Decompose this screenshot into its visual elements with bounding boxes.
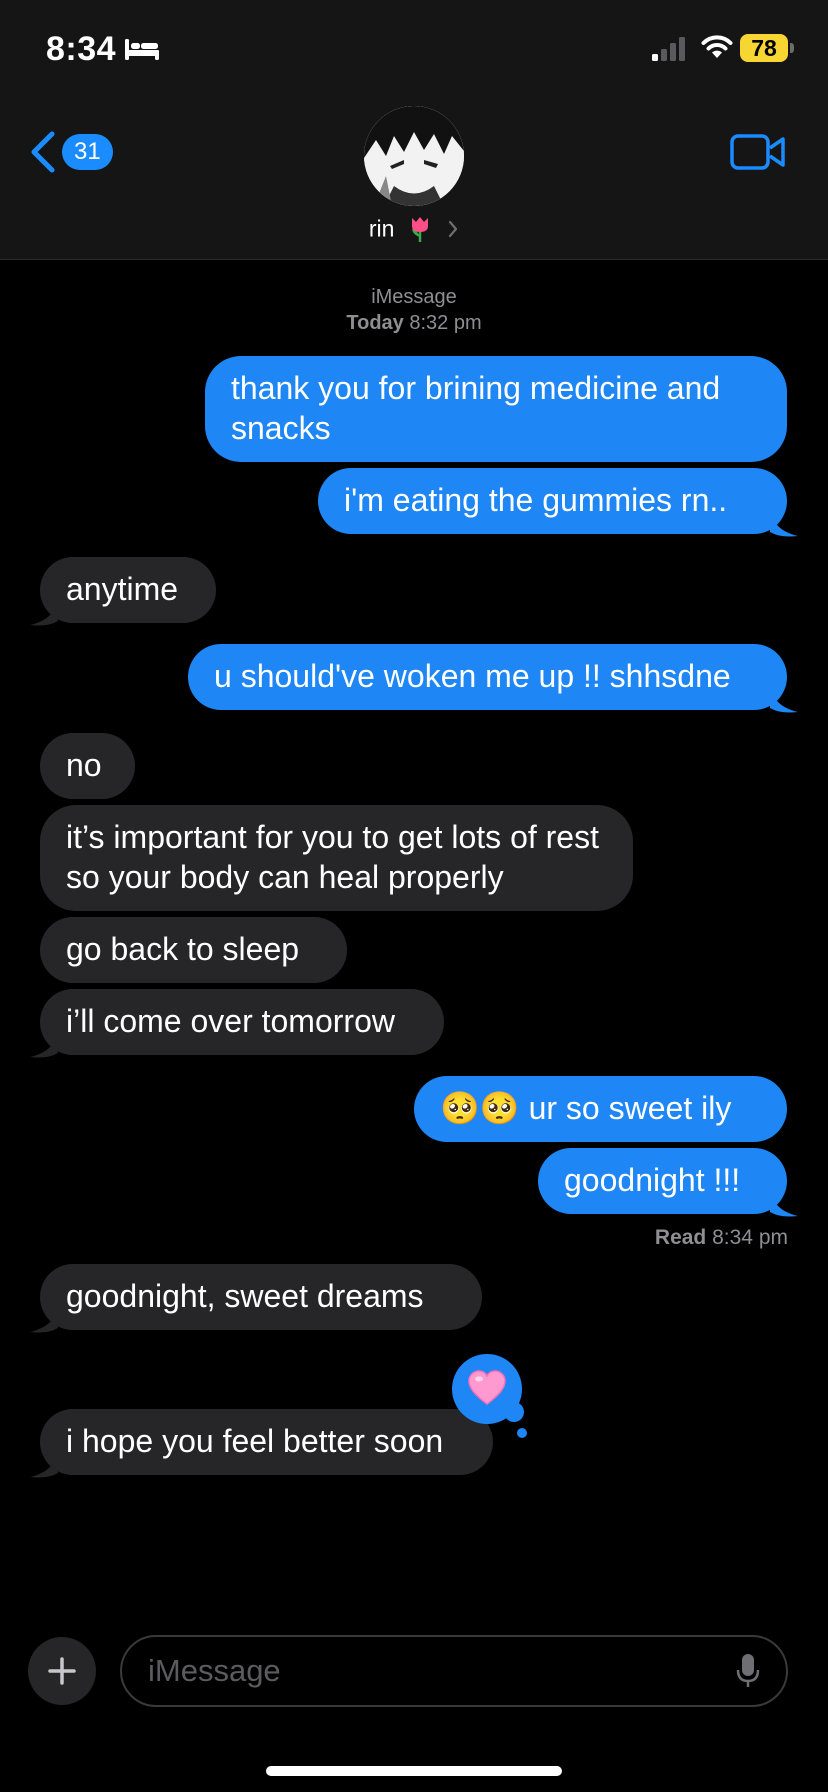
microphone-icon[interactable] xyxy=(736,1653,760,1689)
message-bubble-sent[interactable]: i'm eating the gummies rn.. xyxy=(318,468,787,534)
read-label: Read xyxy=(654,1226,707,1249)
message-bubble-sent[interactable]: goodnight !!! xyxy=(538,1148,787,1214)
conversation-timestamp: iMessage Today 8:32 pm xyxy=(0,284,828,336)
message-bubble-received[interactable]: anytime xyxy=(40,557,216,623)
chevron-left-icon xyxy=(31,131,55,173)
bubble-tail xyxy=(30,1029,58,1058)
video-camera-icon[interactable] xyxy=(730,134,786,170)
tapback-bubble-dot xyxy=(517,1428,527,1438)
tapback-bubble-dot xyxy=(504,1402,524,1422)
time-label: 8:32 pm xyxy=(409,312,482,334)
message-bubble-received[interactable]: i’ll come over tomorrow xyxy=(40,989,444,1055)
date-time-label: Today 8:32 pm xyxy=(0,310,828,336)
contact-name-button[interactable]: rin xyxy=(0,214,828,248)
service-label: iMessage xyxy=(371,286,457,308)
status-time: 8:34 xyxy=(46,30,117,68)
pink-heart-icon xyxy=(468,1370,506,1405)
bed-icon xyxy=(125,39,159,60)
wifi-icon xyxy=(701,35,733,58)
bubble-tail xyxy=(770,1188,798,1217)
message-bubble-received[interactable]: goodnight, sweet dreams xyxy=(40,1264,482,1330)
message-input-placeholder: iMessage xyxy=(148,1653,281,1688)
message-input[interactable]: iMessage xyxy=(120,1635,788,1707)
battery-indicator: 78 xyxy=(740,34,794,62)
message-bubble-sent[interactable]: 🥺🥺 ur so sweet ily xyxy=(414,1076,787,1142)
tulip-icon xyxy=(411,216,428,242)
date-label: Today xyxy=(346,312,404,334)
battery-nub xyxy=(790,43,794,53)
message-bubble-received[interactable]: go back to sleep xyxy=(40,917,347,983)
add-attachment-button[interactable] xyxy=(28,1637,96,1705)
message-bubble-received[interactable]: no xyxy=(40,733,135,799)
message-bubble-sent[interactable]: thank you for brining medicine and snack… xyxy=(205,356,787,462)
back-button[interactable]: 31 xyxy=(28,126,118,176)
bubble-tail xyxy=(30,597,58,626)
read-receipt: Read 8:34 pm xyxy=(655,1226,788,1250)
message-bubble-sent[interactable]: u should've woken me up !! shhsdne xyxy=(188,644,787,710)
bubble-tail xyxy=(30,1449,58,1478)
conversation-header: 31 rin xyxy=(0,100,828,260)
bubble-tail xyxy=(30,1304,58,1333)
battery-level: 78 xyxy=(740,34,788,62)
contact-name: rin xyxy=(368,215,395,242)
read-time: 8:34 pm xyxy=(712,1226,788,1249)
home-indicator[interactable] xyxy=(266,1766,562,1776)
unread-count-badge: 31 xyxy=(62,134,113,170)
chevron-right-icon xyxy=(449,220,458,238)
avatar-illustration xyxy=(364,106,464,206)
bubble-tail xyxy=(770,508,798,537)
cellular-signal-icon xyxy=(652,37,685,61)
message-bubble-received[interactable]: i hope you feel better soon xyxy=(40,1409,493,1475)
status-bar: 8:34 78 xyxy=(0,0,828,100)
message-bubble-received[interactable]: it’s important for you to get lots of re… xyxy=(40,805,633,911)
contact-avatar[interactable] xyxy=(364,106,464,206)
plus-icon xyxy=(48,1657,76,1685)
bubble-tail xyxy=(770,684,798,713)
